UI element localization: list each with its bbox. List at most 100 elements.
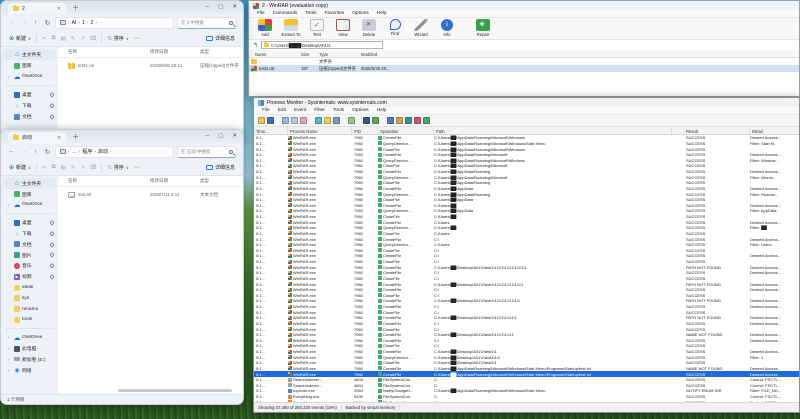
find-icon[interactable]: [363, 117, 370, 124]
chevron-right-icon[interactable]: ›: [8, 346, 12, 351]
find-button[interactable]: Find: [383, 19, 407, 36]
procmon-event-row[interactable]: 0:1... WinRAR.exe 7960 QueryDirector... C:\U…: [254, 354, 799, 360]
procmon-event-row[interactable]: 0:1... WinRAR.exe 7960 CloseFile C:\Users\██…: [254, 180, 799, 186]
new-button[interactable]: ⊕ 新建 ∨: [9, 35, 31, 42]
procmon-event-row[interactable]: 0:1... WinRAR.exe 7960 QueryDirector... C:\U…: [254, 225, 799, 231]
save-icon[interactable]: [267, 117, 274, 124]
column-process-name[interactable]: Process Name: [288, 127, 352, 134]
forward-button[interactable]: →: [19, 148, 28, 155]
sidebar-item-onedrive-2[interactable]: › ☁ OneDrive: [3, 200, 56, 211]
procmon-event-row[interactable]: 0:1... WinRAR.exe 7960 CreateFile C:\Users\█…: [254, 135, 799, 141]
procmon-event-row[interactable]: 0:1... WinRAR.exe 7960 QueryDirector... C:\U…: [254, 141, 799, 147]
winrar-path-combo[interactable]: C:\Users\████\Desktop\AI\1\2: [261, 41, 384, 49]
copy-icon[interactable]: ⧉: [52, 164, 56, 171]
highlight-icon[interactable]: [324, 117, 331, 124]
process-activity-icon[interactable]: [414, 117, 421, 124]
column-size[interactable]: Size: [301, 52, 309, 57]
autoscroll-icon[interactable]: [291, 117, 298, 124]
share-icon[interactable]: ↗: [80, 36, 85, 42]
filter-icon[interactable]: [315, 117, 322, 124]
procmon-menu-options[interactable]: Options: [348, 108, 373, 113]
column-name[interactable]: 名称: [68, 49, 77, 55]
procmon-event-row[interactable]: 0:1... WinRAR.exe 7960 CreateFile C:\Users\█…: [254, 371, 799, 377]
sidebar-item-documents-6[interactable]: 文档: [3, 239, 56, 250]
search-box[interactable]: 在 启动 中搜索: [177, 145, 237, 158]
maximize-button[interactable]: ▢: [218, 133, 223, 139]
jump-icon[interactable]: [372, 117, 379, 124]
share-icon[interactable]: ↗: [80, 165, 85, 171]
tab-close-icon[interactable]: ✕: [57, 6, 61, 12]
file-row-test1-rar[interactable]: test1.rar 2025/6/30 20:11 压缩(zipped)文件夹: [60, 60, 241, 71]
procmon-event-row[interactable]: 0:1... WinRAR.exe 7960 CreateFile C:\ SUCCESS…: [254, 236, 799, 242]
breadcrumb-segment[interactable]: 启动: [98, 148, 108, 155]
tab-close-icon[interactable]: ✕: [57, 135, 61, 141]
tab-startup[interactable]: 启动 ✕: [8, 132, 66, 143]
rename-icon[interactable]: ✎: [71, 36, 76, 42]
column-name[interactable]: Name: [255, 52, 266, 57]
procmon-event-row[interactable]: 0:1... WinRAR.exe 7960 CloseFile C:\ SUCCESS: [254, 309, 799, 315]
column-type[interactable]: 类型: [200, 49, 209, 55]
column-pid[interactable]: PID: [352, 127, 378, 134]
procmon-event-row[interactable]: 0:1... WinRAR.exe 7960 CloseFile C:\ SUCCESS: [254, 259, 799, 265]
sidebar-item-drive-17[interactable]: › 新加卷 (E:): [3, 354, 56, 365]
procmon-event-row[interactable]: 0:1... WinRAR.exe 7960 CloseFile C:\Users SUC…: [254, 231, 799, 237]
up-one-level-icon[interactable]: ↰: [253, 42, 258, 49]
winrar-menu-options[interactable]: Options: [348, 11, 373, 16]
column-date[interactable]: 修改日期: [150, 178, 168, 184]
info-button[interactable]: Info: [435, 19, 459, 37]
procmon-event-row[interactable]: 0:1... WinRAR.exe 7960 CreateFile C:\ SUCCESS…: [254, 338, 799, 344]
paste-icon[interactable]: ▤: [61, 165, 66, 171]
procmon-event-row[interactable]: 0:1... WinRAR.exe 7960 CreateFile C:\Users\█…: [254, 315, 799, 321]
profiling-icon[interactable]: [423, 117, 430, 124]
sidebar-item-downloads-5[interactable]: ↓ 下载: [3, 228, 56, 239]
sidebar-item-gallery-1[interactable]: 图库: [3, 60, 56, 71]
clear-icon[interactable]: [300, 117, 307, 124]
network-icon[interactable]: [405, 117, 412, 124]
procmon-event-row[interactable]: 0:1... WinRAR.exe 7960 CloseFile C:\ SUCCESS: [254, 248, 799, 254]
column-operation[interactable]: Operation: [378, 127, 434, 134]
repair-button[interactable]: Repair: [471, 19, 495, 37]
procmon-event-row[interactable]: 0:1... SearchIndexer... 4604 FileSystemCon.…: [254, 377, 799, 383]
breadcrumb-ellipsis[interactable]: …: [72, 149, 77, 155]
winrar-menu-help[interactable]: Help: [373, 11, 391, 16]
process-tree-icon[interactable]: [348, 117, 355, 124]
up-button[interactable]: ↑: [31, 148, 40, 155]
cut-icon[interactable]: ✂: [42, 36, 47, 42]
chevron-right-icon[interactable]: ›: [8, 202, 12, 207]
procmon-event-row[interactable]: 0:1... Everything.exe 5400 FileSystemCon...…: [254, 394, 799, 400]
procmon-event-row[interactable]: 0:1... WinRAR.exe 7960 CloseFile C:\Users\██…: [254, 146, 799, 152]
file-row-test-txt[interactable]: test.txt 2025/7/11 4:11 文本文档: [60, 189, 241, 200]
horizontal-scrollbar[interactable]: [118, 389, 237, 393]
procmon-event-row[interactable]: 0:1... SearchIndexer... 4604 FileSystemCon.…: [254, 383, 799, 389]
sidebar-item-gallery-1[interactable]: 图库: [3, 189, 56, 200]
delete-button[interactable]: Delete: [357, 19, 381, 37]
procmon-event-row[interactable]: 0:1... WinRAR.exe 7960 CloseFile C:\Users\██…: [254, 360, 799, 366]
add-button[interactable]: Add: [253, 19, 277, 37]
sidebar-item-documents-6[interactable]: 文档: [3, 111, 56, 122]
scrollbar-thumb[interactable]: [118, 389, 233, 392]
chevron-right-icon[interactable]: ›: [8, 74, 12, 79]
sidebar-item-folder-13[interactable]: tools: [3, 315, 56, 326]
procmon-event-row[interactable]: 0:1... WinRAR.exe 7960 QueryDirector... C:\U…: [254, 174, 799, 180]
column-result[interactable]: Result: [672, 127, 750, 134]
procmon-event-row[interactable]: 0:1... WinRAR.exe 7960 CloseFile C:\ SUCCESS: [254, 276, 799, 282]
winrar-menu-tools[interactable]: Tools: [301, 11, 320, 16]
procmon-event-row[interactable]: 0:1... WinRAR.exe 7960 CreateFile C:\ SUCCESS…: [254, 270, 799, 276]
new-button[interactable]: ⊕ 新建 ∨: [9, 164, 31, 171]
procmon-event-row[interactable]: 0:1... WinRAR.exe 7960 CreateFile C:\ SUCCESS…: [254, 287, 799, 293]
registry-icon[interactable]: [387, 117, 394, 124]
minimize-button[interactable]: ─: [205, 133, 209, 139]
back-button[interactable]: ←: [7, 148, 16, 155]
sidebar-item-videos-9[interactable]: ▶ 视频: [3, 271, 56, 282]
procmon-event-row[interactable]: 0:1... WinRAR.exe 7960 CreateFile C:\Users\█…: [254, 349, 799, 355]
sort-button[interactable]: ⇅ 排序 ∨: [107, 164, 129, 172]
sidebar-item-network-18[interactable]: › ◉ 网络: [3, 365, 56, 376]
capture-icon[interactable]: [282, 117, 289, 124]
column-type[interactable]: 类型: [200, 178, 209, 184]
sidebar-item-music-8[interactable]: ♪ 音乐: [3, 261, 56, 272]
breadcrumb[interactable]: › … › 程序 › 启动 ›: [55, 145, 174, 158]
chevron-right-icon[interactable]: ›: [8, 368, 12, 373]
breadcrumb-segment[interactable]: 2: [91, 20, 94, 26]
up-button[interactable]: ↑: [31, 19, 40, 26]
test-button[interactable]: Test: [305, 19, 329, 37]
